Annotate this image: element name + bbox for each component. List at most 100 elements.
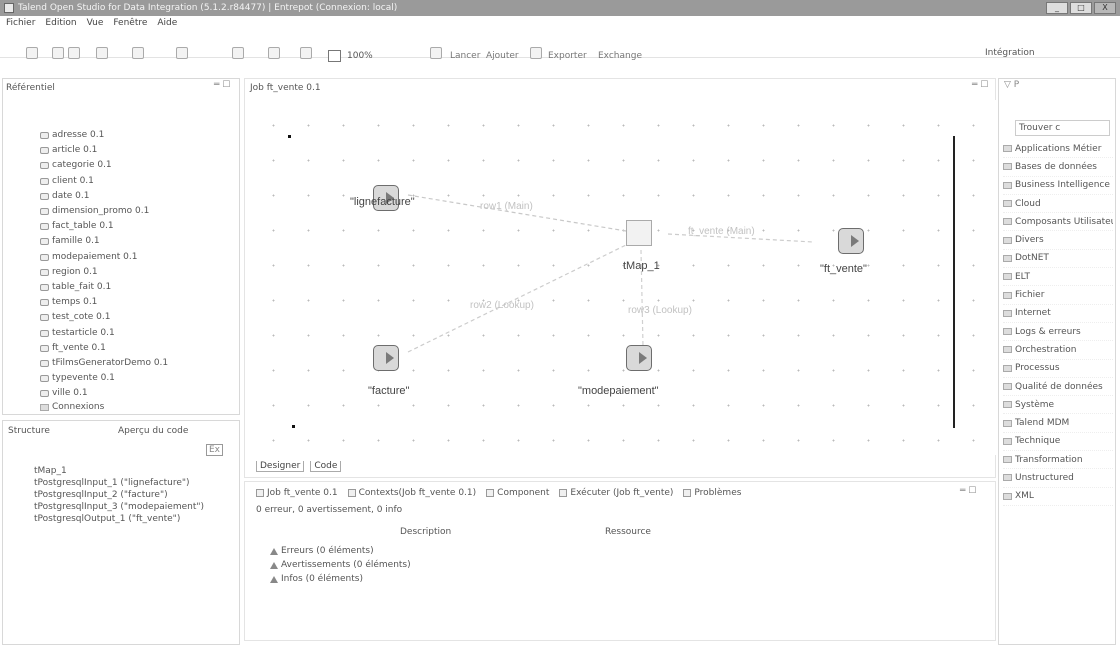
palette-folder[interactable]: DotNET	[1003, 250, 1113, 269]
structure-item[interactable]: tPostgresqlInput_3 ("modepaiement")	[34, 501, 234, 513]
palette-folder[interactable]: XML	[1003, 488, 1113, 506]
cut-icon[interactable]	[268, 47, 280, 59]
repository-view-controls[interactable]: ═ ☐	[214, 80, 230, 90]
palette-search-input[interactable]: Trouver c	[1015, 120, 1110, 136]
menu-fenetre[interactable]: Fenêtre	[113, 16, 147, 30]
tab-component[interactable]: Component	[486, 486, 549, 500]
palette-folder[interactable]: Logs & erreurs	[1003, 323, 1113, 342]
maximize-button[interactable]: □	[1070, 2, 1092, 14]
tab-designer[interactable]: Designer	[256, 461, 305, 472]
structure-item[interactable]: tMap_1	[34, 465, 234, 477]
repo-job-item[interactable]: table_fait 0.1	[40, 280, 230, 295]
repo-job-item[interactable]: ville 0.1	[40, 386, 230, 401]
palette-folder[interactable]: Système	[1003, 396, 1113, 415]
job-icon	[40, 253, 49, 261]
palette-folder[interactable]: Technique	[1003, 433, 1113, 452]
connection-label-lookup2[interactable]: row3 (Lookup)	[628, 305, 692, 316]
repo-job-item[interactable]: tFilmsGeneratorDemo 0.1	[40, 356, 230, 371]
save-icon[interactable]	[52, 47, 64, 59]
repo-job-item[interactable]: article 0.1	[40, 143, 230, 158]
tab-problems[interactable]: Problèmes	[683, 486, 741, 500]
structure-item[interactable]: tPostgresqlInput_1 ("lignefacture")	[34, 477, 234, 489]
import-icon[interactable]	[68, 47, 80, 59]
repo-job-item[interactable]: adresse 0.1	[40, 128, 230, 143]
repo-job-item[interactable]: ft_vente 0.1	[40, 341, 230, 356]
tab-structure[interactable]: Structure	[8, 423, 50, 439]
zoom-level[interactable]: 100%	[347, 51, 373, 61]
tab-run[interactable]: Exécuter (Job ft_vente)	[559, 486, 673, 500]
palette-folder[interactable]: Qualité de données	[1003, 378, 1113, 397]
structure-item[interactable]: tPostgresqlInput_2 ("facture")	[34, 489, 234, 501]
repo-job-item[interactable]: temps 0.1	[40, 295, 230, 310]
menu-vue[interactable]: Vue	[87, 16, 104, 30]
job-design-canvas[interactable]: "lignefacture" tMap_1 "ft_vente" "factur…	[248, 100, 1008, 455]
tab-code[interactable]: Code	[310, 461, 342, 472]
palette-folder-label: Orchestration	[1015, 344, 1077, 355]
menu-edition[interactable]: Edition	[45, 16, 76, 30]
tab-contexts[interactable]: Contexts(Job ft_vente 0.1)	[347, 486, 476, 500]
toolbar-link-lancer[interactable]: Lancer	[450, 51, 480, 61]
redo-icon[interactable]	[232, 47, 244, 59]
editor-tab-job[interactable]: Job ft_vente 0.1	[250, 80, 321, 96]
palette-folder[interactable]: Fichier	[1003, 286, 1113, 305]
toolbar-link-exporter[interactable]: Exporter	[548, 51, 587, 61]
repo-job-item[interactable]: fact_table 0.1	[40, 219, 230, 234]
tab-job-info[interactable]: Job ft_vente 0.1	[256, 486, 338, 500]
column-resource[interactable]: Ressource	[605, 527, 651, 537]
problem-category-errors[interactable]: Erreurs (0 éléments)	[270, 544, 411, 558]
palette-view-controls[interactable]: ▽ P	[1004, 80, 1019, 90]
repo-job-item[interactable]: famille 0.1	[40, 234, 230, 249]
palette-folder[interactable]: Transformation	[1003, 451, 1113, 470]
connection-label-lookup1[interactable]: row2 (Lookup)	[470, 300, 534, 311]
repo-job-item[interactable]: categorie 0.1	[40, 158, 230, 173]
palette-folder[interactable]: Business Intelligence	[1003, 177, 1113, 195]
repo-folder-connexions[interactable]: Connexions	[40, 402, 104, 412]
exchange-icon[interactable]	[530, 47, 542, 59]
lancer-icon[interactable]	[430, 47, 442, 59]
problem-category-warnings[interactable]: Avertissements (0 éléments)	[270, 558, 411, 572]
bottom-view-controls[interactable]: ═ ☐	[960, 486, 976, 496]
palette-folder[interactable]: Bases de données	[1003, 158, 1113, 177]
repo-job-item[interactable]: client 0.1	[40, 174, 230, 189]
repo-job-item[interactable]: testarticle 0.1	[40, 325, 230, 340]
structure-view-button[interactable]: Ex	[206, 444, 224, 456]
dropdown-icon[interactable]	[132, 47, 144, 59]
perspective-switcher[interactable]: Intégration	[985, 48, 1035, 58]
connection-label-main[interactable]: row1 (Main)	[480, 201, 533, 212]
close-button[interactable]: X	[1094, 2, 1116, 14]
repo-job-item[interactable]: modepaiement 0.1	[40, 250, 230, 265]
lookup-connection-line-1[interactable]	[407, 244, 627, 353]
palette-folder[interactable]: Divers	[1003, 231, 1113, 250]
editor-view-controls[interactable]: ═ ☐	[972, 80, 988, 90]
run-icon[interactable]	[96, 47, 108, 59]
repo-job-item[interactable]: test_cote 0.1	[40, 310, 230, 325]
palette-folder[interactable]: Cloud	[1003, 195, 1113, 214]
palette-folder[interactable]: Processus	[1003, 360, 1113, 378]
toolbar-link-exchange[interactable]: Exchange	[598, 51, 642, 61]
palette-folder[interactable]: Orchestration	[1003, 341, 1113, 360]
palette-folder[interactable]: Applications Métier	[1003, 140, 1113, 159]
structure-item[interactable]: tPostgresqlOutput_1 ("ft_vente")	[34, 513, 234, 525]
problem-category-infos[interactable]: Infos (0 éléments)	[270, 572, 411, 586]
repo-job-item[interactable]: typevente 0.1	[40, 371, 230, 386]
zoom-box-icon[interactable]	[328, 50, 341, 62]
toolbar-link-ajouter[interactable]: Ajouter	[486, 51, 519, 61]
palette-folder[interactable]: Talend MDM	[1003, 414, 1113, 433]
column-description[interactable]: Description	[400, 527, 451, 537]
palette-folder[interactable]: Composants Utilisateur	[1003, 213, 1113, 232]
undo-icon[interactable]	[176, 47, 188, 59]
repo-job-item[interactable]: date 0.1	[40, 189, 230, 204]
repository-tab[interactable]: Référentiel	[6, 80, 55, 96]
copy-icon[interactable]	[300, 47, 312, 59]
minimize-button[interactable]: _	[1046, 2, 1068, 14]
connection-label-output[interactable]: ft_vente (Main)	[688, 226, 755, 237]
repo-job-item[interactable]: dimension_promo 0.1	[40, 204, 230, 219]
tab-code-preview[interactable]: Aperçu du code	[118, 423, 188, 439]
new-icon[interactable]	[26, 47, 38, 59]
palette-folder[interactable]: Unstructured	[1003, 469, 1113, 488]
menu-fichier[interactable]: Fichier	[6, 16, 35, 30]
menu-aide[interactable]: Aide	[157, 16, 177, 30]
repo-job-item[interactable]: region 0.1	[40, 265, 230, 280]
palette-folder[interactable]: Internet	[1003, 305, 1113, 323]
palette-folder[interactable]: ELT	[1003, 268, 1113, 287]
